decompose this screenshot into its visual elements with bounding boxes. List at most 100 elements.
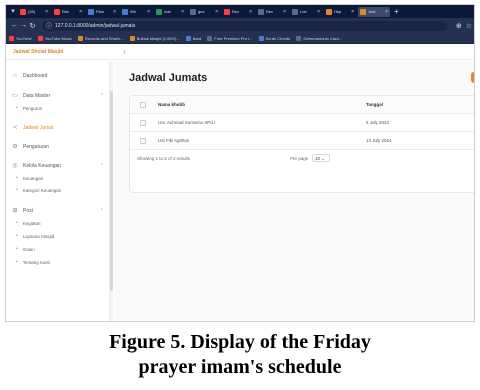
bookmark-item[interactable]: Buklak Masjid (1.0KG)... — [129, 35, 180, 41]
sidebar-subitem-galeri[interactable]: • Galeri — [16, 246, 35, 252]
bookmark-star-icon[interactable]: ☆ — [466, 22, 472, 30]
row-checkbox[interactable] — [140, 138, 146, 144]
browser-tab[interactable]: Jadi × — [358, 6, 390, 17]
grid-icon: ⊞ — [12, 208, 18, 214]
chevron-up-icon[interactable]: ⌃ — [100, 163, 104, 169]
row-checkbox[interactable] — [140, 120, 146, 126]
browser-tab[interactable]: Rec × — [256, 7, 288, 17]
sidebar-subitem-kategori-keuangan[interactable]: • Kategori Keuangan — [16, 187, 61, 193]
browser-tab[interactable]: Rec × — [52, 7, 84, 17]
tab-favicon-icon — [190, 8, 196, 15]
tab-close-icon[interactable]: × — [351, 9, 354, 15]
tab-close-icon[interactable]: × — [215, 9, 218, 15]
sidebar-item-label: Jadwal Jumat — [23, 124, 54, 131]
edit-icon[interactable]: ✎ — [474, 119, 475, 125]
tab-close-icon[interactable]: × — [181, 9, 184, 15]
tab-title: Rec — [62, 9, 70, 14]
sidebar-collapse-icon[interactable]: ‹ — [123, 47, 126, 56]
sidebar-item-data-master[interactable]: ▭ Data Master ⌃ — [12, 92, 104, 100]
sidebar-item-post[interactable]: ⊞ Post ⌃ — [12, 207, 104, 215]
sidebar-subitem-keuangan[interactable]: • Keuangan — [16, 175, 43, 181]
tab-close-icon[interactable]: × — [45, 9, 48, 15]
sidebar-item-kelola-keuangan[interactable]: ◎ Kelola Keuangan ⌃ — [12, 162, 104, 170]
tab-favicon-icon — [156, 8, 162, 15]
bookmark-favicon-icon — [185, 35, 191, 41]
sidebar-scroll-thumb[interactable] — [110, 91, 113, 291]
address-bar[interactable]: ⓘ 127.0.0.1:8000/admin/jadwal-jumats — [42, 20, 447, 31]
tab-favicon-icon — [326, 8, 332, 15]
sidebar-item-pengaturan[interactable]: ⚙ Pengaturan — [12, 143, 104, 151]
per-page-select[interactable]: 10 ⌄ — [312, 154, 330, 162]
edit-icon[interactable]: ✎ — [474, 137, 475, 143]
new-jadwal-button[interactable] — [471, 72, 474, 83]
bookmark-item[interactable]: Free Premium Pro I... — [207, 35, 253, 41]
bookmark-item[interactable]: Schemantonio Card... — [296, 35, 342, 41]
sidebar-subitem-label: Kegiatan — [22, 220, 41, 226]
bookmark-label: Buklak Masjid (1.0KG)... — [136, 35, 180, 41]
sidebar-item-label: Kelola Keuangan — [23, 162, 62, 169]
forward-icon[interactable]: → — [19, 22, 28, 29]
bookmark-favicon-icon — [129, 35, 135, 41]
sidebar-subitem-layanan-masjid[interactable]: • Layanan Masjid — [16, 233, 54, 239]
browser-tab[interactable]: (28) × — [18, 7, 50, 17]
tab-close-icon[interactable]: × — [113, 9, 116, 15]
chevron-up-icon[interactable]: ⌃ — [100, 93, 104, 99]
cell-tanggal: 13 July 2024 — [366, 138, 392, 143]
bookmark-label: Free Premium Pro I... — [214, 35, 253, 41]
bullet-icon: • — [16, 233, 18, 239]
browser-tab[interactable]: Hkp × — [324, 7, 356, 17]
window-menu-icon[interactable]: ▾ — [8, 7, 18, 16]
tab-title: Plan — [96, 9, 105, 14]
browser-tab[interactable]: Lob × — [290, 7, 322, 17]
tab-title: Rec — [232, 9, 240, 14]
browser-tab[interactable]: ges × — [188, 7, 220, 17]
screenshot: ▾ (28) × Rec × Plan × Wh × Adv × ges × Rec × Rec × Lob ×… — [5, 4, 475, 322]
bookmark-label: Bard — [192, 35, 202, 41]
bookmark-item[interactable]: Bard — [185, 35, 202, 41]
browser-tab[interactable]: Wh × — [120, 7, 152, 17]
sidebar-item-dashboard[interactable]: ⌂ Dashboard — [12, 73, 104, 79]
per-page-label: Per page — [290, 156, 309, 161]
zoom-icon[interactable]: ⊕ — [456, 22, 462, 30]
reload-icon[interactable]: ↻ — [28, 22, 37, 30]
column-header-nama-khotib[interactable]: Nama khotib — [158, 102, 185, 107]
new-tab-icon[interactable]: + — [394, 7, 399, 16]
sidebar-item-jadwal-jumat[interactable]: ≺ Jadwal Jumat — [12, 124, 104, 132]
page-title: Jadwal Jumats — [129, 72, 208, 84]
home-icon: ⌂ — [13, 73, 17, 79]
browser-tab[interactable]: Rec × — [222, 7, 254, 17]
tab-favicon-icon — [258, 8, 264, 15]
site-info-icon[interactable]: ⓘ — [46, 21, 52, 30]
table-row[interactable]: Ust Fiki Agithan 13 July 2024 ✎ — [130, 132, 475, 150]
chevron-up-icon[interactable]: ⌃ — [100, 208, 104, 214]
select-all-checkbox[interactable] — [140, 102, 146, 108]
tab-close-icon[interactable]: × — [385, 9, 388, 15]
cell-nama-khotib: Ust. Achmad Sumarno SPd.I — [158, 120, 216, 125]
folder-icon: ▭ — [12, 93, 18, 99]
sidebar-subitem-kegiatan[interactable]: • Kegiatan — [16, 220, 41, 226]
column-header-tanggal[interactable]: Tanggal — [366, 102, 383, 107]
browser-tab[interactable]: Adv × — [154, 7, 186, 17]
bookmark-favicon-icon — [258, 35, 264, 41]
tab-close-icon[interactable]: × — [147, 9, 150, 15]
tab-close-icon[interactable]: × — [317, 9, 320, 15]
sidebar-subitem-pengurus[interactable]: • Pengurus — [16, 105, 42, 111]
bookmark-label: Schemantonio Card... — [303, 35, 342, 41]
tab-close-icon[interactable]: × — [79, 9, 82, 15]
bookmark-item[interactable]: Surah Chords — [258, 35, 290, 41]
tab-favicon-icon — [88, 8, 94, 15]
back-icon[interactable]: ← — [10, 22, 19, 29]
sidebar-subitem-tentang-kami[interactable]: • Tentang Kami — [16, 259, 50, 265]
bookmark-favicon-icon — [9, 35, 14, 41]
bookmark-item[interactable]: YouTube — [9, 35, 32, 41]
bookmark-label: Records and Sharin... — [85, 35, 124, 41]
tab-favicon-icon — [20, 8, 26, 15]
tab-close-icon[interactable]: × — [249, 9, 252, 15]
table-row[interactable]: Ust. Achmad Sumarno SPd.I 5 July 2024 ✎ — [130, 114, 475, 132]
bookmark-item[interactable]: YouTube Music — [37, 35, 72, 41]
sidebar-subitem-label: Pengurus — [22, 105, 43, 111]
browser-tab[interactable]: Plan × — [86, 7, 118, 17]
tab-close-icon[interactable]: × — [283, 9, 286, 15]
bookmark-item[interactable]: Records and Sharin... — [78, 35, 124, 41]
bullet-icon: • — [16, 175, 18, 181]
